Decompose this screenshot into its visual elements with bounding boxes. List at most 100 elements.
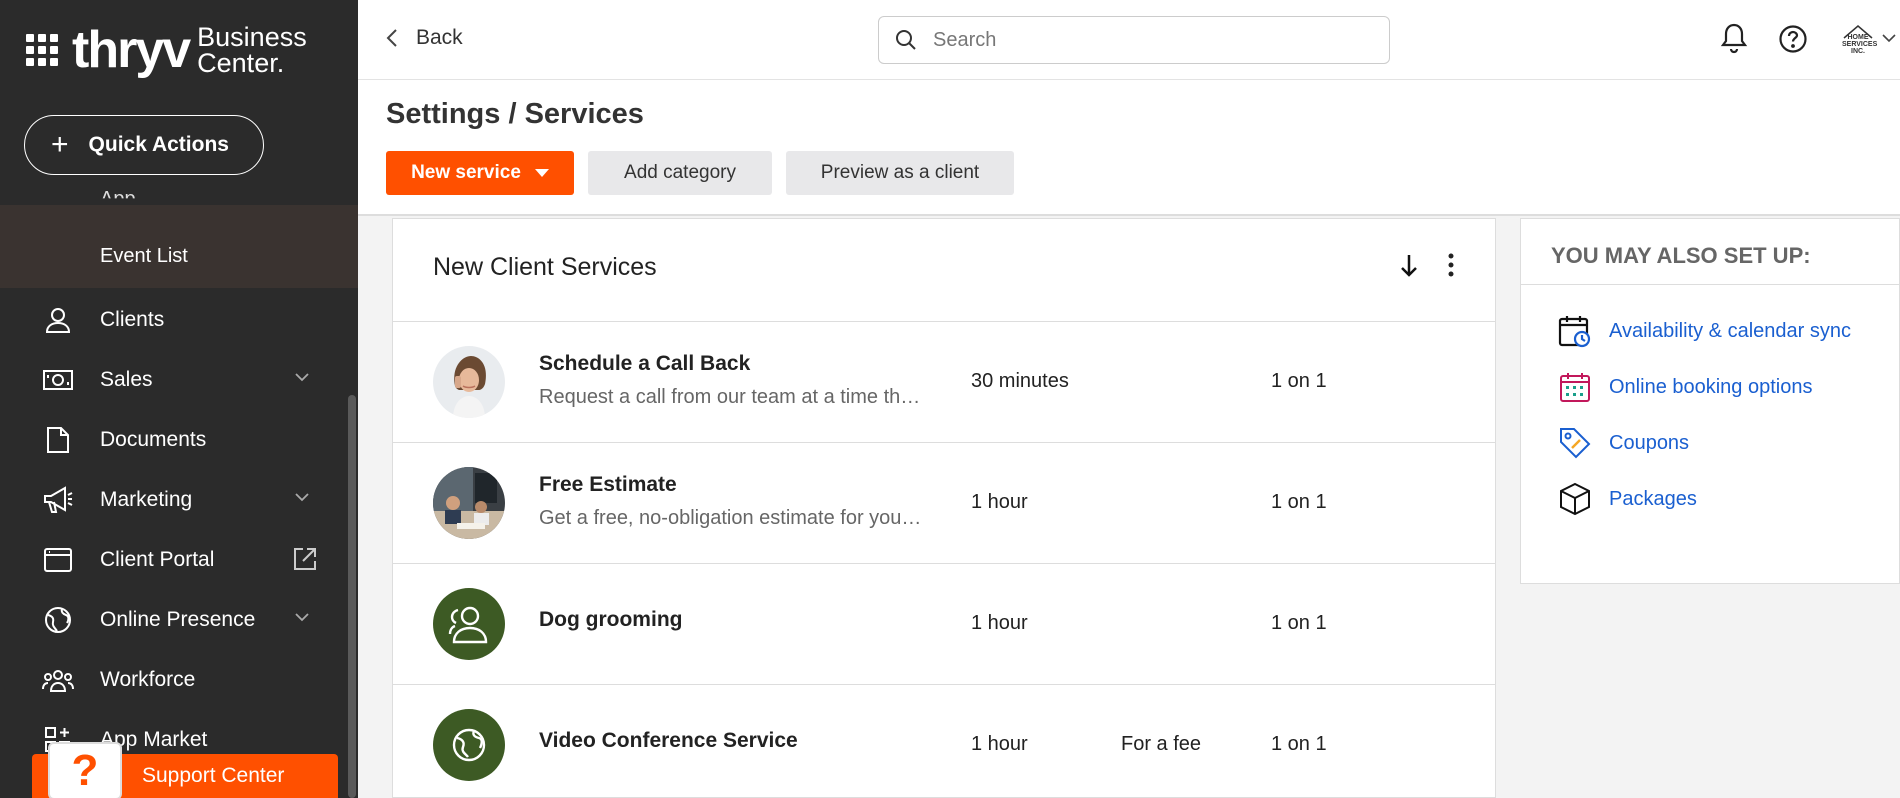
service-type: 1 on 1 bbox=[1271, 370, 1327, 392]
sidebar-item-label: Online Presence bbox=[100, 608, 256, 631]
sidebar-item-label: Marketing bbox=[100, 488, 193, 511]
service-row[interactable]: Dog grooming 1 hour 1 on 1 bbox=[393, 564, 1495, 685]
search-input[interactable] bbox=[933, 28, 1353, 52]
link-packages[interactable]: Packages bbox=[1521, 471, 1899, 527]
chevron-down-icon[interactable] bbox=[294, 492, 310, 502]
service-name: Dog grooming bbox=[539, 608, 683, 631]
sidebar-item-label: Client Portal bbox=[100, 548, 215, 571]
logo-subtitle-line1: Business bbox=[197, 22, 307, 52]
chevron-down-icon[interactable] bbox=[294, 372, 310, 382]
coupon-tag-icon bbox=[1557, 425, 1593, 461]
back-button[interactable]: Back bbox=[386, 26, 463, 50]
service-avatar-photo bbox=[433, 467, 505, 539]
add-category-button[interactable]: Add category bbox=[588, 151, 772, 195]
sidebar-nav: Clients Sales Documents Marketing Client… bbox=[0, 290, 350, 770]
page-header: Settings / Services New service Add cate… bbox=[358, 80, 1900, 216]
team-icon bbox=[42, 664, 74, 696]
link-availability-calendar-sync[interactable]: Availability & calendar sync bbox=[1521, 303, 1899, 359]
sidebar-subitem-event-list[interactable]: Event List bbox=[100, 245, 188, 268]
back-label: Back bbox=[416, 26, 463, 49]
preview-as-client-button[interactable]: Preview as a client bbox=[786, 151, 1014, 195]
service-type: 1 on 1 bbox=[1271, 733, 1327, 755]
also-set-up-list: Availability & calendar sync Online book… bbox=[1521, 285, 1899, 527]
brand-logo[interactable]: thryv Business Center. bbox=[26, 21, 307, 79]
sidebar-item-sales[interactable]: Sales bbox=[0, 350, 350, 410]
side-item-label: Online booking options bbox=[1609, 375, 1813, 398]
chevron-down-icon[interactable] bbox=[294, 612, 310, 622]
service-row[interactable]: Video Conference Service 1 hour For a fe… bbox=[393, 685, 1495, 798]
question-icon: ? bbox=[48, 742, 122, 798]
service-name: Video Conference Service bbox=[539, 729, 798, 752]
logo-wordmark: thryv bbox=[72, 21, 191, 79]
service-description: Get a free, no-obligation estimate for y… bbox=[539, 507, 923, 529]
link-coupons[interactable]: Coupons bbox=[1521, 415, 1899, 471]
avatar[interactable]: HOME SERVICES INC. bbox=[1838, 18, 1878, 58]
sidebar-item-label: Workforce bbox=[100, 668, 196, 691]
service-name: Free Estimate bbox=[539, 473, 677, 496]
window-icon bbox=[42, 544, 74, 576]
service-avatar-photo bbox=[433, 346, 505, 418]
page-title: Settings / Services bbox=[386, 98, 644, 130]
avatar-text: HOME SERVICES INC. bbox=[1842, 34, 1878, 55]
services-card-title: New Client Services bbox=[433, 253, 657, 281]
also-set-up-panel: YOU MAY ALSO SET UP: Availability & cale… bbox=[1520, 218, 1900, 584]
service-row[interactable]: Free Estimate Get a free, no-obligation … bbox=[393, 443, 1495, 564]
sidebar-item-label: Clients bbox=[100, 308, 165, 331]
logo-subtitle: Business Center. bbox=[197, 22, 307, 78]
service-fee: For a fee bbox=[1121, 733, 1202, 755]
bell-icon[interactable] bbox=[1720, 22, 1748, 54]
sidebar-item-clients[interactable]: Clients bbox=[0, 290, 350, 350]
user-icon bbox=[42, 304, 74, 336]
plus-icon: + bbox=[51, 128, 69, 161]
money-icon bbox=[42, 364, 74, 396]
services-card-header: New Client Services bbox=[393, 219, 1495, 322]
sidebar-item-workforce[interactable]: Workforce bbox=[0, 650, 350, 710]
app-grid-icon[interactable] bbox=[26, 34, 58, 66]
service-row[interactable]: Schedule a Call Back Request a call from… bbox=[393, 322, 1495, 443]
more-vertical-icon[interactable] bbox=[1447, 253, 1455, 277]
globe-icon bbox=[42, 604, 74, 636]
side-item-label: Coupons bbox=[1609, 431, 1690, 454]
search-icon bbox=[896, 30, 916, 50]
sidebar-item-online-presence[interactable]: Online Presence bbox=[0, 590, 350, 650]
chevron-down-icon[interactable] bbox=[1882, 34, 1896, 43]
calendar-grid-icon bbox=[1557, 369, 1593, 405]
side-item-label: Availability & calendar sync bbox=[1609, 319, 1851, 342]
service-description: Request a call from our team at a time t… bbox=[539, 386, 923, 408]
service-type: 1 on 1 bbox=[1271, 491, 1327, 513]
megaphone-icon bbox=[42, 484, 74, 516]
calendar-sync-icon bbox=[1557, 313, 1593, 349]
logo-subtitle-line2: Center. bbox=[197, 48, 285, 78]
sidebar-item-client-portal[interactable]: Client Portal bbox=[0, 530, 350, 590]
link-online-booking-options[interactable]: Online booking options bbox=[1521, 359, 1899, 415]
new-service-button[interactable]: New service bbox=[386, 151, 574, 195]
sidebar: thryv Business Center. + Quick Actions A… bbox=[0, 0, 358, 798]
service-duration: 1 hour bbox=[971, 733, 1028, 755]
service-name: Schedule a Call Back bbox=[539, 352, 751, 375]
external-link-icon[interactable] bbox=[292, 546, 318, 572]
sidebar-item-label: Sales bbox=[100, 368, 153, 391]
services-card: New Client Services Schedule a Call Back… bbox=[392, 218, 1496, 798]
support-center-label: Support Center bbox=[142, 764, 285, 787]
chevron-left-icon bbox=[386, 29, 397, 47]
side-item-label: Packages bbox=[1609, 487, 1697, 510]
caret-down-icon bbox=[534, 169, 549, 177]
also-set-up-title: YOU MAY ALSO SET UP: bbox=[1521, 219, 1899, 285]
topbar: Back HOME SERVICES INC. bbox=[358, 0, 1900, 80]
globe-avatar-icon bbox=[433, 709, 505, 781]
search-box[interactable] bbox=[878, 16, 1390, 64]
service-type: 1 on 1 bbox=[1271, 612, 1327, 634]
help-icon[interactable] bbox=[1778, 24, 1808, 54]
sidebar-scrollbar[interactable] bbox=[348, 395, 356, 798]
quick-actions-button[interactable]: + Quick Actions bbox=[24, 115, 264, 175]
service-duration: 1 hour bbox=[971, 491, 1028, 513]
quick-actions-label: Quick Actions bbox=[88, 133, 229, 156]
sidebar-item-marketing[interactable]: Marketing bbox=[0, 470, 350, 530]
sidebar-item-label: Documents bbox=[100, 428, 207, 451]
sidebar-item-documents[interactable]: Documents bbox=[0, 410, 350, 470]
service-duration: 30 minutes bbox=[971, 370, 1069, 392]
package-box-icon bbox=[1557, 481, 1593, 517]
support-center-button[interactable]: ? Support Center bbox=[32, 742, 338, 798]
arrow-down-icon[interactable] bbox=[1399, 253, 1419, 279]
people-avatar-icon bbox=[433, 588, 505, 660]
